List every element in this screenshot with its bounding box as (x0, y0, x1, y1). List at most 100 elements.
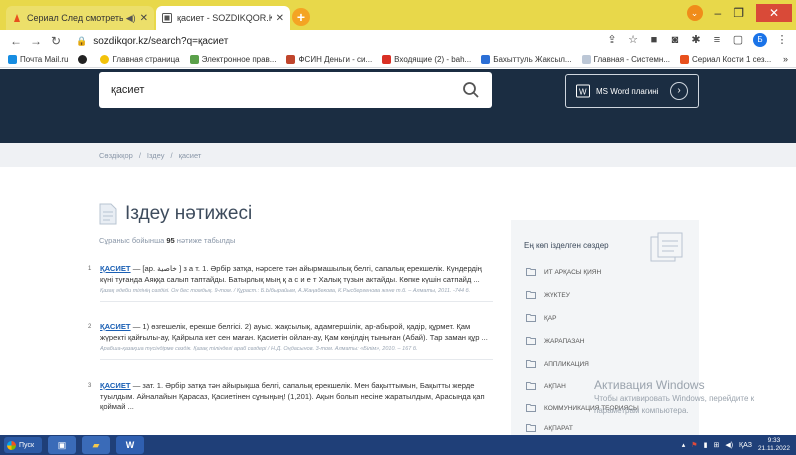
result-number: 1 (88, 266, 92, 272)
share-icon[interactable]: ⇪ (606, 34, 618, 46)
results-count: Сұраныс бойынша 95 нәтиже табылды (99, 236, 236, 245)
signal-icon[interactable]: ▮ (704, 441, 708, 449)
side-panel-icon[interactable]: ▢ (732, 34, 744, 46)
reading-list-icon[interactable]: ≡ (711, 34, 723, 46)
new-tab-button[interactable]: + (292, 8, 310, 26)
result-item: 1 ҚАСИЕТ — [ар. خاصية ] з а т. 1. Әрбір … (88, 264, 493, 303)
address-bar[interactable]: 🔒 sozdikqor.kz/search?q=қасиет (76, 32, 636, 50)
bookmark-github[interactable] (78, 55, 90, 64)
result-number: 2 (88, 324, 92, 330)
close-tab-icon[interactable]: ✕ (276, 13, 284, 24)
bookmarks-more-button[interactable]: » (783, 54, 788, 64)
serial-favicon-icon (680, 55, 690, 64)
menu-kebab-icon[interactable]: ⋮ (776, 34, 788, 46)
star-icon[interactable]: ☆ (627, 34, 639, 46)
bookmark-main-page[interactable]: Главная страница (100, 55, 180, 64)
search-icon[interactable] (462, 81, 480, 99)
bookmark-serial-kosti[interactable]: Сериал Кости 1 сез... (680, 55, 771, 64)
folder-icon (526, 314, 536, 322)
serial-favicon-icon (14, 14, 20, 22)
document-icon (99, 203, 117, 225)
language-indicator[interactable]: ҚАЗ (739, 442, 752, 449)
divider (100, 301, 493, 303)
page-icon (581, 55, 591, 64)
maximize-icon[interactable]: ❐ (733, 6, 744, 20)
folder-icon: ▰ (92, 439, 100, 450)
tray-arrow-icon[interactable]: ▴ (682, 441, 686, 449)
tab-search-chevron-icon[interactable]: ⌄ (686, 5, 703, 21)
fsin-icon (286, 55, 296, 64)
breadcrumb: Сөздікқор / Іздеу / қасиет (0, 143, 796, 167)
extension-camera-icon[interactable]: ◙ (669, 34, 681, 46)
browser-tab-bar: Сериал След смотреть онл ◀) ✕ қасиет - S… (0, 0, 796, 30)
bookmark-system[interactable]: Главная - Системн... (581, 55, 670, 64)
folder-icon (526, 268, 536, 276)
yandex-icon (100, 55, 110, 64)
leaf-icon (189, 55, 199, 64)
puzzle-icon[interactable]: ✱ (690, 34, 702, 46)
bookmark-gmail[interactable]: Входящие (2) - bah... (382, 55, 471, 64)
speaker-icon[interactable]: ◀) (126, 13, 136, 24)
taskbar-explorer-button[interactable]: ▰ (82, 436, 110, 454)
bookmarks-bar: Почта Mail.ru Главная страница Электронн… (0, 52, 796, 68)
popular-word-link[interactable]: жарапазан (526, 337, 584, 345)
system-tray: ▴ ⚑ ▮ ⊞ ◀) ҚАЗ 9:33 21.11.2022 (682, 437, 790, 453)
popular-word-link[interactable]: жүктеу (526, 291, 570, 299)
clock[interactable]: 9:33 21.11.2022 (758, 437, 790, 453)
tab-title: қасиет - SOZDIKQOR.KZ (177, 13, 272, 23)
search-input[interactable]: қасиет (111, 84, 462, 96)
taskbar-desktop-button[interactable]: ▣ (48, 436, 76, 454)
lock-icon[interactable]: 🔒 (76, 36, 87, 47)
bookmark-fsin[interactable]: ФСИН Деньги - си... (286, 55, 372, 64)
volume-icon[interactable]: ◀) (725, 441, 733, 449)
windows-taskbar: Пуск ▣ ▰ W ▴ ⚑ ▮ ⊞ ◀) ҚАЗ 9:33 21.11.202… (0, 435, 796, 455)
popular-word-link[interactable]: коммуникация теориясы (526, 404, 639, 412)
window-controls: ⌄ – ❐ ✕ (686, 4, 792, 22)
back-arrow-icon[interactable]: ← (8, 34, 24, 48)
folder-icon (526, 291, 536, 299)
folder-icon (526, 424, 536, 432)
popular-word-link[interactable]: ақпан (526, 382, 566, 390)
reload-icon[interactable]: ↻ (48, 34, 64, 48)
windows-logo-icon (7, 440, 16, 450)
breadcrumb-separator: / (170, 150, 173, 160)
breadcrumb-home-link[interactable]: Сөздікқор (99, 151, 133, 160)
popular-word-link[interactable]: қар (526, 314, 556, 322)
folder-icon (526, 360, 536, 368)
tab-serial-sled[interactable]: Сериал След смотреть онл ◀) ✕ (6, 6, 154, 30)
word-icon: W (576, 84, 590, 98)
start-button[interactable]: Пуск (4, 437, 42, 453)
forward-arrow-icon[interactable]: → (28, 34, 44, 48)
monitor-icon: ▣ (57, 439, 67, 450)
close-tab-icon[interactable]: ✕ (140, 13, 148, 24)
result-headword-link[interactable]: ҚАСИЕТ (100, 264, 131, 273)
popular-word-link[interactable]: аппликация (526, 360, 589, 368)
sidebar-heading: Ең көп ізделген сөздер (524, 241, 609, 250)
extension-square-icon[interactable]: ■ (648, 34, 660, 46)
chevron-right-icon[interactable]: › (670, 82, 688, 100)
close-window-icon[interactable]: ✕ (756, 4, 792, 22)
profile-avatar[interactable]: Б (753, 33, 767, 47)
result-text: ҚАСИЕТ — [ар. خاصية ] з а т. 1. Әрбір за… (100, 264, 482, 284)
github-icon (78, 55, 88, 64)
vk-icon (481, 55, 491, 64)
mail-icon (8, 55, 17, 64)
result-text: ҚАСИЕТ — 1) өзгешелік, ерекше белгісі. 2… (100, 322, 488, 342)
bookmark-vk[interactable]: Бахыттуль Жаксыл... (481, 55, 572, 64)
minimize-icon[interactable]: – (715, 6, 722, 20)
result-headword-link[interactable]: ҚАСИЕТ (100, 322, 131, 331)
bookmark-electronic[interactable]: Электронное прав... (189, 55, 276, 64)
site-search-box[interactable]: қасиет (99, 72, 492, 108)
breadcrumb-current: қасиет (178, 150, 202, 160)
popular-word-link[interactable]: ақпарат (526, 424, 573, 432)
flag-icon[interactable]: ⚑ (691, 441, 697, 449)
tab-sozdikqor[interactable]: қасиет - SOZDIKQOR.KZ ✕ (156, 6, 290, 30)
msword-plugin-button[interactable]: W MS Word плагині › (565, 74, 699, 108)
popular-word-link[interactable]: ит арқасы қиян (526, 268, 601, 276)
taskbar-word-button[interactable]: W (116, 436, 144, 454)
network-icon[interactable]: ⊞ (713, 441, 719, 449)
divider (100, 359, 493, 361)
bookmark-mailru[interactable]: Почта Mail.ru (8, 55, 68, 64)
result-headword-link[interactable]: ҚАСИЕТ (100, 381, 131, 390)
breadcrumb-search-link[interactable]: Іздеу (147, 151, 165, 160)
